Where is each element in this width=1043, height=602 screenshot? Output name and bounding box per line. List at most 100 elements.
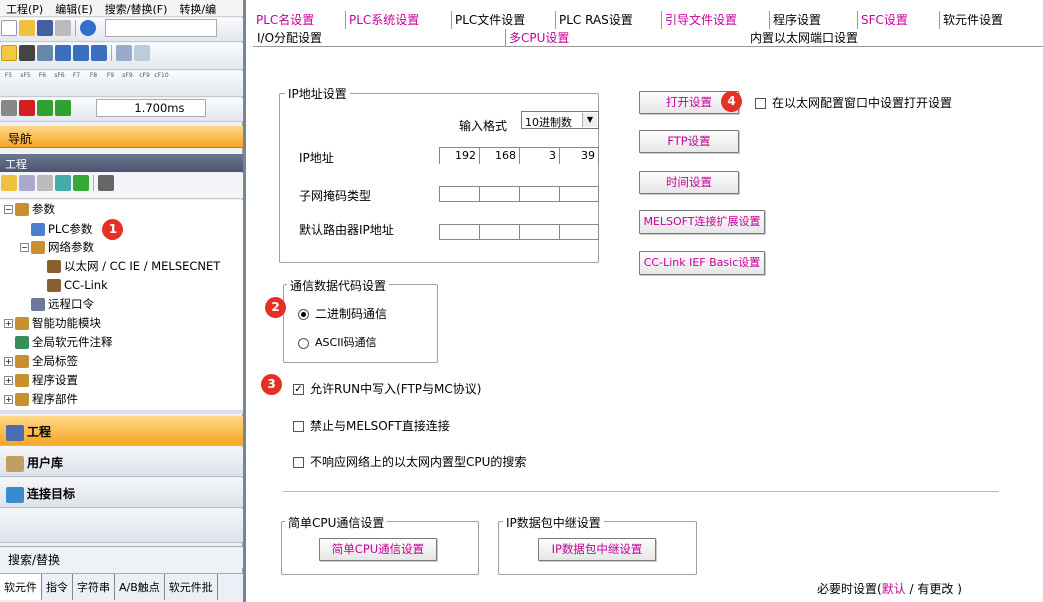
radio-binary-dot[interactable] — [298, 309, 309, 320]
allow-run-write-checkbox[interactable]: ✓ 允许RUN中写入(FTP与MC协议) — [293, 380, 481, 397]
filter-icon[interactable] — [98, 175, 114, 191]
new-file-icon[interactable] — [1, 20, 17, 36]
tab-device[interactable]: 软元件 — [0, 574, 42, 600]
open-in-window-checkbox[interactable]: 在以太网配置窗口中设置打开设置 — [755, 94, 952, 111]
forbid-direct-checkbox[interactable]: 禁止与MELSOFT直接连接 — [293, 417, 450, 434]
input-format-select[interactable]: 10进制数 ▼ — [521, 111, 599, 129]
menu-search-replace[interactable]: 搜索/替换(F) — [99, 0, 174, 16]
expand-icon[interactable]: + — [4, 319, 13, 328]
tab-plc-name[interactable]: PLC名设置 — [253, 11, 314, 29]
fkey[interactable]: F8 — [85, 72, 102, 88]
allow-run-write-box[interactable]: ✓ — [293, 384, 304, 395]
dev-verify-icon[interactable] — [91, 45, 107, 61]
fkey[interactable]: sF6 — [51, 72, 68, 88]
collapse-icon[interactable]: − — [20, 243, 29, 252]
menu-convert[interactable]: 转换/编 — [173, 0, 222, 16]
tab-sfc[interactable]: SFC设置 — [857, 11, 908, 29]
tree-item[interactable]: 远程口令 — [20, 295, 94, 314]
help-icon[interactable] — [80, 20, 96, 36]
tab-device-setting[interactable]: 软元件设置 — [939, 11, 1003, 29]
expand-icon[interactable]: + — [4, 357, 13, 366]
print-icon[interactable] — [55, 20, 71, 36]
tab-builtin-ethernet[interactable]: 内置以太网端口设置 — [747, 29, 858, 47]
tree-item[interactable]: − 网络参数 — [20, 238, 94, 257]
tab-boot-file[interactable]: 引导文件设置 — [661, 11, 737, 29]
property-icon[interactable] — [55, 175, 71, 191]
ftp-setting-button[interactable]: FTP设置 — [639, 130, 739, 153]
section-connection[interactable]: 连接目标 — [0, 478, 243, 508]
warning-icon[interactable] — [37, 100, 53, 116]
tab-device-batch[interactable]: 软元件批 — [165, 574, 218, 600]
fkey[interactable]: sF9 — [119, 72, 136, 88]
tab-program[interactable]: 程序设置 — [769, 11, 821, 29]
tab-multi-cpu[interactable]: 多CPU设置 — [505, 29, 569, 47]
no-response-checkbox[interactable]: 不响应网络上的以太网内置型CPU的搜索 — [293, 453, 526, 470]
ip-octet-3[interactable]: 3 — [520, 148, 560, 164]
dev-read-icon[interactable] — [55, 45, 71, 61]
cclink-ief-button[interactable]: CC-Link IEF Basic设置 — [639, 251, 765, 275]
expand-icon[interactable]: + — [4, 376, 13, 385]
module-icon[interactable] — [19, 45, 35, 61]
gateway-field[interactable] — [439, 224, 599, 240]
tree-item[interactable]: PLC参数 1 — [20, 219, 124, 240]
tab-plc-file[interactable]: PLC文件设置 — [451, 11, 525, 29]
save-icon[interactable] — [37, 20, 53, 36]
radio-ascii[interactable]: ASCII码通信 — [298, 334, 377, 350]
ip-octet-1[interactable]: 192 — [440, 148, 480, 164]
tree-item[interactable]: + 智能功能模块 — [4, 314, 101, 333]
tab-string[interactable]: 字符串 — [73, 574, 115, 600]
expand-icon[interactable]: + — [4, 395, 13, 404]
menu-edit[interactable]: 编辑(E) — [49, 0, 99, 16]
ip-octet-4[interactable]: 39 — [560, 148, 598, 164]
ladder-icon[interactable] — [1, 45, 17, 61]
tree-item[interactable]: + 程序部件 — [4, 390, 78, 409]
section-user-library[interactable]: 用户库 — [0, 447, 243, 477]
time-setting-button[interactable]: 时间设置 — [639, 171, 739, 194]
ip-relay-button[interactable]: IP数据包中继设置 — [538, 538, 656, 561]
copy-icon[interactable] — [19, 175, 35, 191]
toolbar-dropdown[interactable] — [104, 19, 217, 37]
refresh-icon[interactable] — [73, 175, 89, 191]
paste-icon[interactable] — [37, 175, 53, 191]
tab-instruction[interactable]: 指令 — [42, 574, 73, 600]
tree-item[interactable]: 全局软元件注释 — [4, 333, 113, 352]
tab-ab-contact[interactable]: A/B触点 — [115, 574, 165, 600]
fkey[interactable]: F9 — [102, 72, 119, 88]
tree-item[interactable]: − 参数 — [4, 200, 55, 219]
dev-write-icon[interactable] — [73, 45, 89, 61]
radio-binary[interactable]: 二进制码通信 — [298, 305, 387, 322]
tree-item[interactable]: + 程序设置 — [4, 371, 78, 390]
tree-item[interactable]: 以太网 / CC IE / MELSECNET — [36, 257, 220, 276]
scan-icon[interactable] — [1, 100, 17, 116]
splitter[interactable] — [0, 410, 243, 414]
tab-io-assignment[interactable]: I/O分配设置 — [253, 29, 322, 47]
simple-cpu-button[interactable]: 简单CPU通信设置 — [319, 538, 437, 561]
stop-icon[interactable] — [55, 100, 71, 116]
run-icon[interactable] — [19, 100, 35, 116]
open-folder-icon[interactable] — [19, 20, 35, 36]
tab-plc-system[interactable]: PLC系统设置 — [345, 11, 419, 29]
fkey[interactable]: F5 — [0, 72, 17, 88]
fkey[interactable]: sF5 — [17, 72, 34, 88]
find-icon[interactable] — [134, 45, 150, 61]
radio-ascii-dot[interactable] — [298, 337, 309, 349]
no-response-box[interactable] — [293, 457, 304, 468]
tree-item[interactable]: CC-Link — [36, 276, 108, 295]
melsoft-ext-button[interactable]: MELSOFT连接扩展设置 — [639, 210, 765, 234]
tree-item[interactable]: + 全局标签 — [4, 352, 78, 371]
fkey[interactable]: F7 — [68, 72, 85, 88]
open-in-window-box[interactable] — [755, 98, 766, 109]
search-replace-header[interactable]: 搜索/替换 — [0, 546, 243, 568]
menu-project[interactable]: 工程(P) — [0, 0, 49, 16]
monitor-icon[interactable] — [37, 45, 53, 61]
fkey[interactable]: cF9 — [136, 72, 153, 88]
collapse-icon[interactable]: − — [4, 205, 13, 214]
subnet-mask-field[interactable] — [439, 186, 599, 202]
section-project[interactable]: 工程 — [0, 416, 243, 446]
fkey[interactable]: cF10 — [153, 72, 170, 88]
watch-icon[interactable] — [116, 45, 132, 61]
new-data-icon[interactable] — [1, 175, 17, 191]
forbid-direct-box[interactable] — [293, 421, 304, 432]
tab-plc-ras[interactable]: PLC RAS设置 — [555, 11, 633, 29]
fkey[interactable]: F6 — [34, 72, 51, 88]
